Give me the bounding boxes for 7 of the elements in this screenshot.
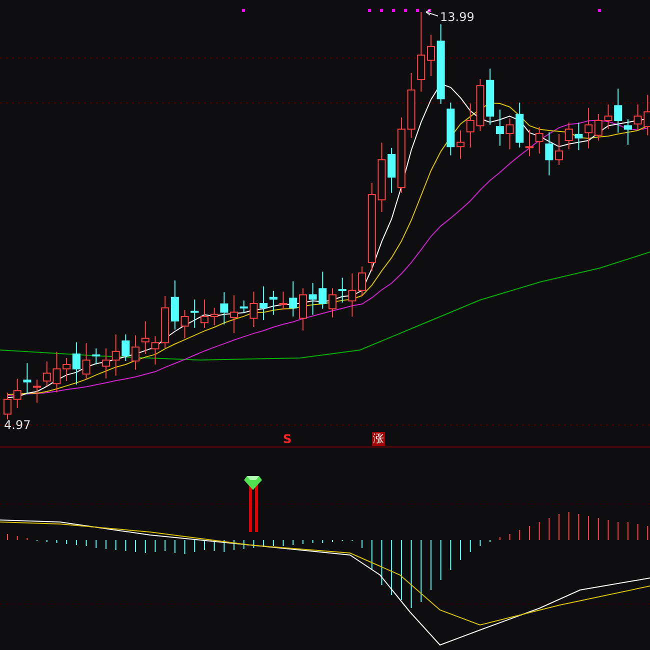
signal-bar-drawing — [249, 484, 258, 532]
low-price-label: 4.97 — [4, 418, 31, 432]
leader-line — [426, 10, 438, 16]
rise-signal-mark: 涨 — [372, 432, 385, 446]
high-price-label: 13.99 — [440, 10, 474, 24]
buy-signal-mark: S — [283, 432, 292, 446]
gem-icon — [244, 476, 262, 490]
